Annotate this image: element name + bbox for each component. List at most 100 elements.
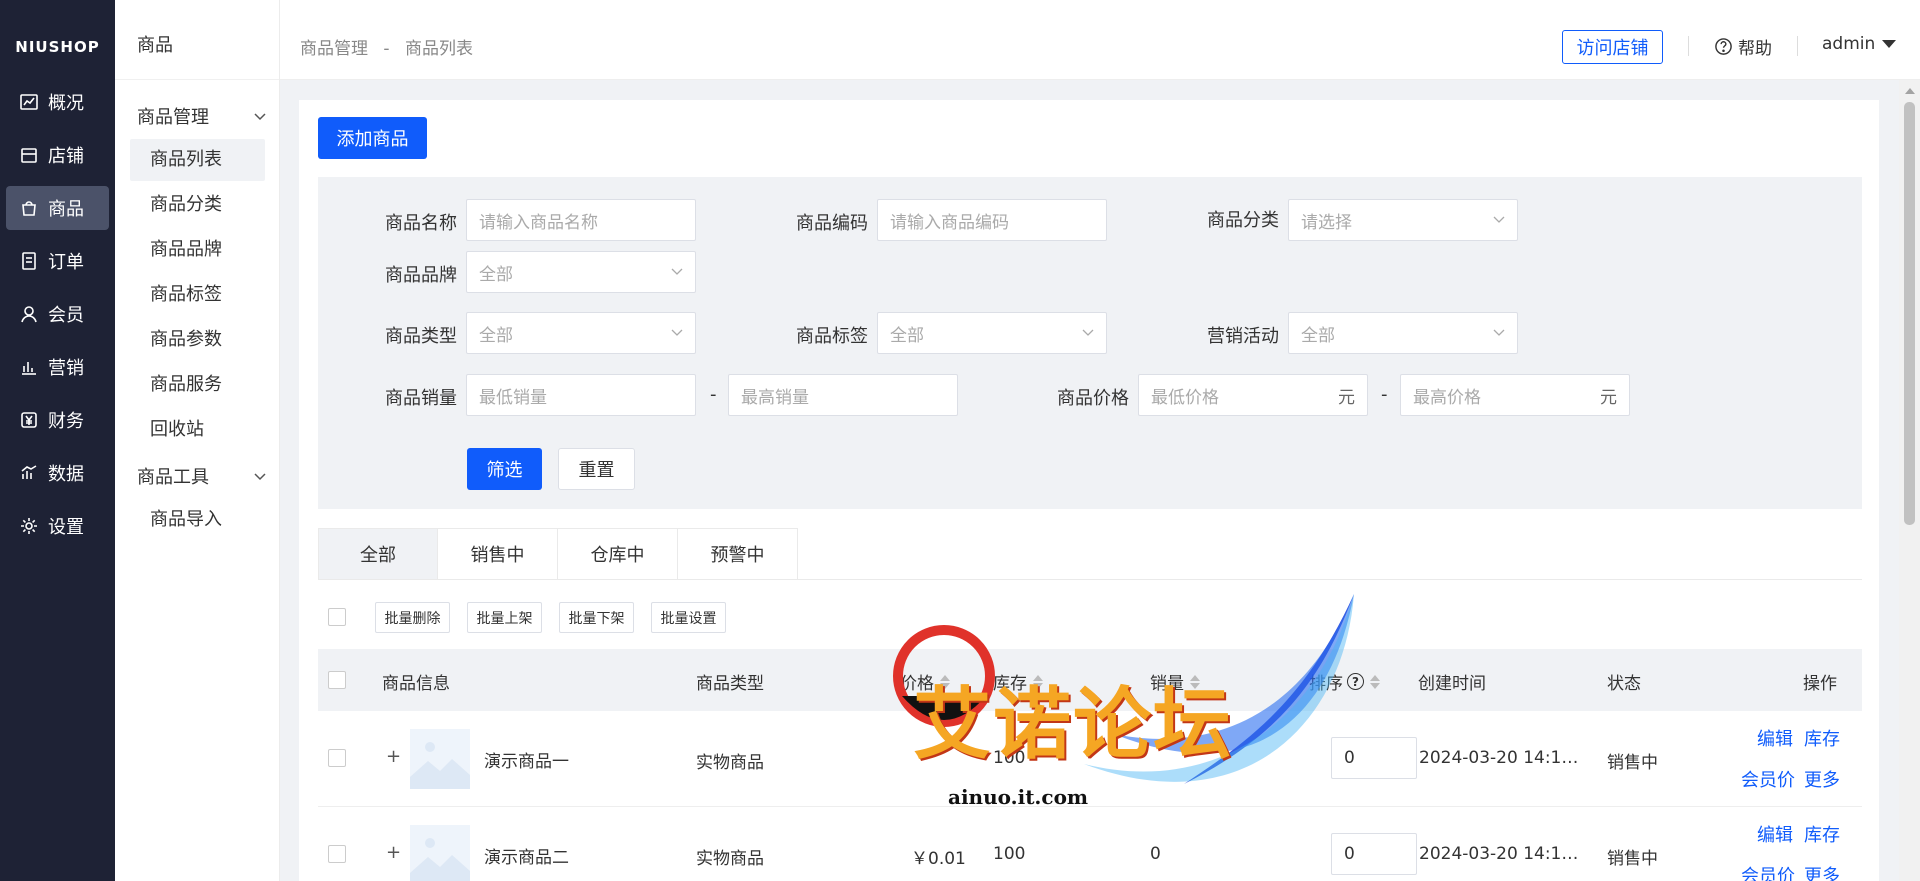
tab-warning[interactable]: 预警中 [678, 528, 798, 580]
select-value: 全部 [890, 325, 924, 346]
help-link[interactable]: 帮助 [1714, 34, 1772, 59]
sidebar-group-goods-tools[interactable]: 商品工具 [137, 463, 267, 489]
batch-on-shelf-button[interactable]: 批量上架 [467, 602, 542, 633]
nav-item-settings[interactable]: 设置 [6, 504, 109, 548]
expand-icon[interactable]: + [386, 746, 401, 767]
sales-max-input[interactable]: 最高销量 [728, 374, 958, 416]
filter-panel: 商品名称 请输入商品名称 商品编码 请输入商品编码 商品分类 请选择 商品品牌 … [318, 177, 1862, 509]
select-all-checkbox[interactable] [328, 608, 346, 626]
edit-link[interactable]: 编辑 [1757, 821, 1793, 847]
input-placeholder: 最高价格 [1413, 387, 1481, 408]
goods-type: 实物商品 [696, 849, 764, 869]
expand-icon[interactable]: + [386, 842, 401, 863]
nav-item-marketing[interactable]: 营销 [6, 345, 109, 389]
goods-category-select[interactable]: 请选择 [1288, 199, 1518, 241]
filter-submit-button[interactable]: 筛选 [467, 448, 542, 490]
row-checkbox[interactable] [328, 749, 346, 767]
goods-name[interactable]: 演示商品二 [484, 843, 569, 868]
help-label: 帮助 [1738, 39, 1772, 59]
goods-stock: 100 [993, 844, 1026, 864]
marketing-activity-select[interactable]: 全部 [1288, 312, 1518, 354]
sidebar-item-goods-tag[interactable]: 商品标签 [130, 274, 265, 316]
breadcrumb-root[interactable]: 商品管理 [300, 39, 368, 59]
bag-icon [22, 201, 36, 216]
tab-on-sale[interactable]: 销售中 [438, 528, 558, 580]
tab-in-warehouse[interactable]: 仓库中 [558, 528, 678, 580]
nav-item-finance[interactable]: 财务 [6, 398, 109, 442]
chevron-down-icon [1082, 329, 1094, 336]
member-price-link[interactable]: 会员价 [1741, 766, 1795, 792]
batch-delete-button[interactable]: 批量删除 [375, 602, 450, 633]
add-goods-button[interactable]: 添加商品 [318, 117, 427, 159]
sidebar-group-label: 商品管理 [137, 107, 209, 128]
sidebar-item-recycle-bin[interactable]: 回收站 [130, 409, 265, 451]
member-price-link[interactable]: 会员价 [1741, 862, 1795, 881]
goods-name-input[interactable]: 请输入商品名称 [466, 199, 696, 241]
tab-all[interactable]: 全部 [318, 528, 438, 580]
col-created-time: 创建时间 [1418, 674, 1486, 694]
nav-label: 订单 [48, 252, 84, 273]
sidebar-item-goods-list[interactable]: 商品列表 [130, 139, 265, 181]
goods-status: 销售中 [1607, 849, 1658, 869]
breadcrumb-current: 商品列表 [404, 39, 473, 59]
nav-label: 会员 [48, 305, 84, 326]
page-scrollbar[interactable] [1899, 80, 1920, 881]
goods-name[interactable]: 演示商品一 [484, 747, 569, 772]
filter-reset-button[interactable]: 重置 [558, 448, 635, 490]
sidebar-item-goods-category[interactable]: 商品分类 [130, 184, 265, 226]
sidebar-item-goods-brand[interactable]: 商品品牌 [130, 229, 265, 271]
watermark-text: 艾诺论坛 [913, 679, 1234, 770]
sort-input[interactable]: 0 [1331, 833, 1417, 875]
more-link[interactable]: 更多 [1804, 862, 1840, 881]
goods-tag-select[interactable]: 全部 [877, 312, 1107, 354]
edit-link[interactable]: 编辑 [1757, 725, 1793, 751]
scrollbar-thumb[interactable] [1904, 102, 1915, 525]
nav-label: 财务 [48, 411, 84, 432]
filter-label-tag: 商品标签 [796, 326, 868, 347]
goods-type-select[interactable]: 全部 [466, 312, 696, 354]
yuan-icon [21, 412, 37, 428]
sidebar-item-goods-import[interactable]: 商品导入 [130, 499, 265, 541]
scroll-up-icon[interactable] [1905, 88, 1915, 94]
nav-item-members[interactable]: 会员 [6, 292, 109, 336]
breadcrumb: 商品管理 - 商品列表 [300, 34, 473, 59]
header-divider [1688, 36, 1689, 56]
created-time: 2024-03-20 14:1… [1419, 844, 1579, 864]
goods-code-input[interactable]: 请输入商品编码 [877, 199, 1107, 241]
goods-type: 实物商品 [696, 753, 764, 773]
price-unit: 元 [1338, 387, 1355, 408]
row-checkbox[interactable] [328, 845, 346, 863]
stock-link[interactable]: 库存 [1804, 821, 1840, 847]
filter-label-sales: 商品销量 [385, 388, 457, 409]
nav-item-goods[interactable]: 商品 [6, 186, 109, 230]
chart-line-icon [20, 94, 38, 110]
store-icon [21, 148, 37, 163]
sales-min-input[interactable]: 最低销量 [466, 374, 696, 416]
breadcrumb-separator: - [383, 39, 390, 59]
sidebar-item-goods-service[interactable]: 商品服务 [130, 364, 265, 406]
sidebar-item-goods-params[interactable]: 商品参数 [130, 319, 265, 361]
user-menu[interactable]: admin [1822, 34, 1897, 54]
goods-thumbnail [410, 825, 470, 881]
visit-store-button[interactable]: 访问店铺 [1562, 30, 1663, 64]
range-separator: - [710, 384, 717, 405]
nav-item-orders[interactable]: 订单 [6, 239, 109, 283]
filter-label-brand: 商品品牌 [385, 265, 457, 286]
main-nav: NIUSHOP 概况 店铺 商品 订单 会员 营销 财务 数据 设置 [0, 0, 115, 881]
chevron-up-icon [254, 113, 266, 121]
price-min-input[interactable]: 最低价格 元 [1138, 374, 1368, 416]
more-link[interactable]: 更多 [1804, 766, 1840, 792]
select-value: 全部 [1301, 325, 1335, 346]
sidebar-group-goods-management[interactable]: 商品管理 [137, 103, 267, 129]
batch-off-shelf-button[interactable]: 批量下架 [559, 602, 634, 633]
nav-item-data[interactable]: 数据 [6, 451, 109, 495]
batch-settings-button[interactable]: 批量设置 [651, 602, 726, 633]
goods-brand-select[interactable]: 全部 [466, 251, 696, 293]
nav-item-overview[interactable]: 概况 [6, 80, 109, 124]
header-checkbox[interactable] [328, 671, 346, 689]
price-max-input[interactable]: 最高价格 元 [1400, 374, 1630, 416]
nav-item-store[interactable]: 店铺 [6, 133, 109, 177]
watermark-url: ainuo.it.com [948, 785, 1089, 809]
stock-link[interactable]: 库存 [1804, 725, 1840, 751]
data-chart-icon [21, 465, 37, 479]
